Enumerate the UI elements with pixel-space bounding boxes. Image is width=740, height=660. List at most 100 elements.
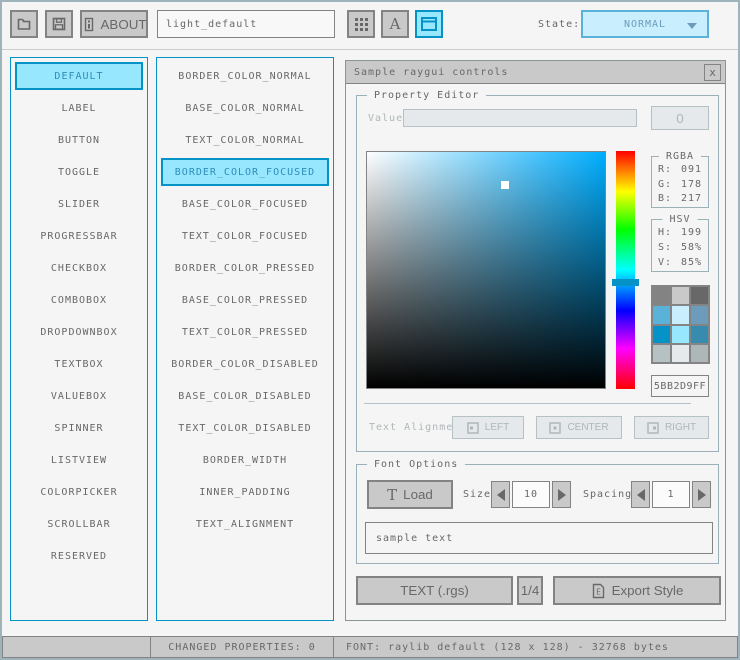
window-title: Sample raygui controls — [354, 67, 508, 78]
align-left-icon — [467, 422, 479, 434]
window-icon — [421, 17, 437, 31]
color-swatch[interactable] — [672, 306, 689, 323]
color-saturation-value-picker[interactable] — [366, 151, 606, 389]
svg-text:E: E — [596, 587, 601, 596]
hex-color-input[interactable]: 5BB2D9FF — [651, 375, 709, 397]
s-label: S: — [658, 241, 672, 254]
window-titlebar[interactable]: Sample raygui controls — [346, 61, 725, 84]
align-center-icon — [549, 422, 561, 434]
control-item-dropdownbox[interactable]: DROPDOWNBOX — [15, 318, 143, 346]
color-swatch[interactable] — [653, 326, 670, 343]
control-item-toggle[interactable]: TOGGLE — [15, 158, 143, 186]
control-item-button[interactable]: BUTTON — [15, 126, 143, 154]
save-style-button[interactable] — [45, 10, 73, 38]
color-picker-cursor[interactable] — [501, 181, 509, 189]
color-swatch[interactable] — [691, 306, 708, 323]
control-item-default[interactable]: DEFAULT — [15, 62, 143, 90]
export-format-button[interactable]: TEXT (.rgs) — [356, 576, 513, 605]
export-style-button[interactable]: E Export Style — [553, 576, 721, 605]
font-load-button[interactable]: T Load — [367, 480, 453, 509]
color-swatch[interactable] — [653, 345, 670, 362]
color-swatch[interactable] — [672, 326, 689, 343]
color-swatch[interactable] — [691, 345, 708, 362]
property-item[interactable]: TEXT_COLOR_PRESSED — [161, 318, 329, 346]
style-table-toggle[interactable] — [347, 10, 375, 38]
control-item-reserved[interactable]: RESERVED — [15, 542, 143, 570]
property-editor-group-label: Property Editor — [367, 90, 486, 102]
property-item[interactable]: BORDER_COLOR_NORMAL — [161, 62, 329, 90]
property-item[interactable]: TEXT_COLOR_FOCUSED — [161, 222, 329, 250]
align-center-button[interactable]: CENTER — [536, 416, 622, 439]
font-spacing-value[interactable]: 1 — [652, 481, 690, 508]
font-size-decrease-button[interactable] — [491, 481, 510, 508]
control-item-combobox[interactable]: COMBOBOX — [15, 286, 143, 314]
status-cell-empty — [2, 636, 151, 658]
control-item-valuebox[interactable]: VALUEBOX — [15, 382, 143, 410]
arrow-right-icon — [698, 489, 706, 501]
align-right-icon — [647, 422, 659, 434]
control-item-slider[interactable]: SLIDER — [15, 190, 143, 218]
property-item[interactable]: BASE_COLOR_PRESSED — [161, 286, 329, 314]
property-item[interactable]: BORDER_WIDTH — [161, 446, 329, 474]
close-icon[interactable]: x — [704, 64, 721, 81]
style-name-input[interactable] — [157, 10, 335, 38]
color-swatch[interactable] — [672, 287, 689, 304]
state-dropdown[interactable]: NORMAL — [581, 10, 709, 38]
font-size-increase-button[interactable] — [552, 481, 571, 508]
property-item[interactable]: TEXT_ALIGNMENT — [161, 510, 329, 538]
b-value: 217 — [681, 192, 702, 205]
value-input[interactable] — [403, 109, 637, 127]
control-item-checkbox[interactable]: CHECKBOX — [15, 254, 143, 282]
hsv-group: HSV H:199 S:58% V:85% — [651, 219, 709, 272]
property-item[interactable]: TEXT_COLOR_NORMAL — [161, 126, 329, 154]
color-swatch[interactable] — [691, 287, 708, 304]
status-bar: CHANGED PROPERTIES: 0 FONT: raylib defau… — [2, 636, 738, 658]
property-item-selected[interactable]: BORDER_COLOR_FOCUSED — [161, 158, 329, 186]
sample-text-input[interactable]: sample text — [365, 522, 713, 554]
group-separator-line — [364, 403, 691, 404]
control-item-colorpicker[interactable]: COLORPICKER — [15, 478, 143, 506]
arrow-left-icon — [497, 489, 505, 501]
control-item-label[interactable]: LABEL — [15, 94, 143, 122]
export-style-label: Export Style — [612, 583, 684, 598]
align-right-button[interactable]: RIGHT — [634, 416, 709, 439]
controls-list: DEFAULT LABEL BUTTON TOGGLE SLIDER PROGR… — [10, 57, 148, 621]
rgba-group-label: RGBA — [659, 151, 701, 163]
info-icon — [82, 17, 96, 32]
color-swatch[interactable] — [653, 287, 670, 304]
font-size-value[interactable]: 10 — [512, 481, 550, 508]
font-spacing-decrease-button[interactable] — [631, 481, 650, 508]
hue-slider-handle[interactable] — [612, 279, 639, 286]
control-item-spinner[interactable]: SPINNER — [15, 414, 143, 442]
color-swatch[interactable] — [653, 306, 670, 323]
format-page-button[interactable]: 1/4 — [517, 576, 543, 605]
color-swatch[interactable] — [691, 326, 708, 343]
floppy-save-icon — [51, 16, 67, 32]
property-item[interactable]: BASE_COLOR_NORMAL — [161, 94, 329, 122]
value-spinner-button[interactable]: 0 — [651, 106, 709, 130]
sample-controls-window: Sample raygui controls x Property Editor… — [345, 60, 726, 621]
about-button[interactable]: ABOUT — [80, 10, 148, 38]
control-item-listview[interactable]: LISTVIEW — [15, 446, 143, 474]
font-spacing-increase-button[interactable] — [692, 481, 711, 508]
control-item-progressbar[interactable]: PROGRESSBAR — [15, 222, 143, 250]
controls-preview-toggle[interactable] — [415, 10, 443, 38]
property-item[interactable]: TEXT_COLOR_DISABLED — [161, 414, 329, 442]
property-item[interactable]: BORDER_COLOR_DISABLED — [161, 350, 329, 378]
open-style-button[interactable] — [10, 10, 38, 38]
font-T-icon: T — [387, 486, 397, 504]
align-left-button[interactable]: LEFT — [452, 416, 524, 439]
v-label: V: — [658, 256, 672, 269]
property-item[interactable]: BASE_COLOR_FOCUSED — [161, 190, 329, 218]
align-center-label: CENTER — [567, 422, 608, 433]
hue-bar[interactable] — [616, 151, 635, 389]
folder-open-icon — [16, 16, 32, 32]
control-item-textbox[interactable]: TEXTBOX — [15, 350, 143, 378]
font-atlas-toggle[interactable]: A — [381, 10, 409, 38]
h-label: H: — [658, 226, 672, 239]
property-item[interactable]: BASE_COLOR_DISABLED — [161, 382, 329, 410]
property-item[interactable]: BORDER_COLOR_PRESSED — [161, 254, 329, 282]
control-item-scrollbar[interactable]: SCROLLBAR — [15, 510, 143, 538]
color-swatch[interactable] — [672, 345, 689, 362]
property-item[interactable]: INNER_PADDING — [161, 478, 329, 506]
